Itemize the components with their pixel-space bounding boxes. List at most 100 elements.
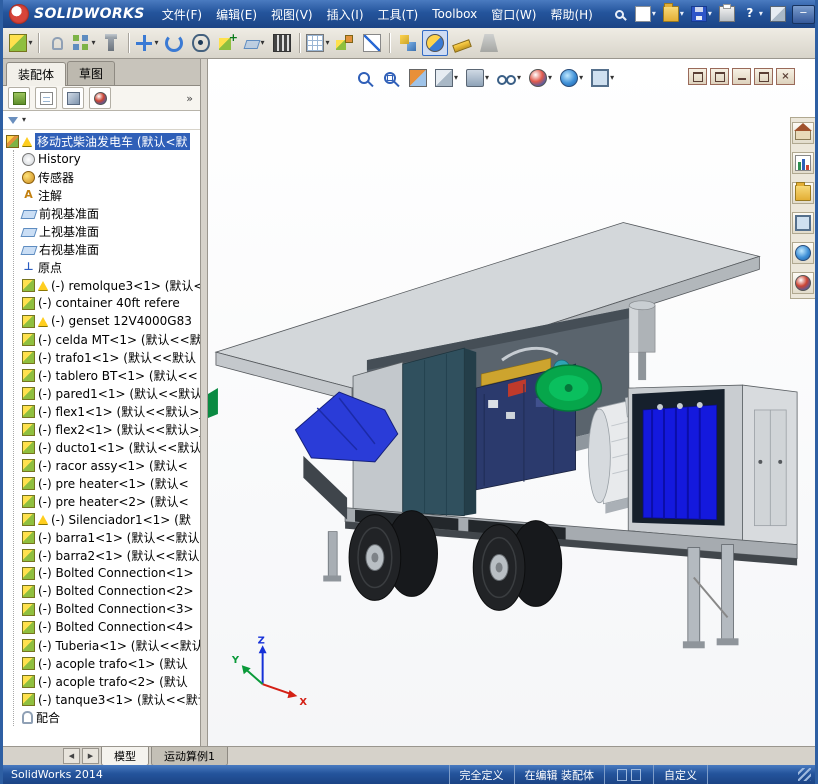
rotate-component-button[interactable]: [161, 30, 187, 56]
assembly-features-button[interactable]: [215, 29, 241, 56]
tree-item[interactable]: (-) Bolted Connection<3>: [3, 600, 200, 618]
tree-item[interactable]: 前视基准面: [3, 204, 200, 222]
panel-tab[interactable]: 装配体: [6, 62, 67, 86]
minimize-button[interactable]: ─: [791, 4, 815, 24]
tree-item[interactable]: 上视基准面: [3, 222, 200, 240]
hide-show-items-button[interactable]: ▾: [494, 69, 524, 87]
new-motion-study-button[interactable]: [269, 30, 295, 56]
print-button[interactable]: [716, 3, 738, 25]
doc-close-button[interactable]: ×: [776, 68, 795, 85]
doc-restore-button[interactable]: [754, 68, 773, 85]
edit-appearance-button[interactable]: ▾: [526, 67, 555, 89]
zoom-to-fit-button[interactable]: [354, 68, 378, 88]
save-button[interactable]: ▾: [688, 3, 715, 25]
tree-item[interactable]: (-) Bolted Connection<1>: [3, 564, 200, 582]
bill-of-materials-button[interactable]: ▾: [305, 30, 331, 56]
panel-splitter[interactable]: [201, 59, 208, 746]
tree-item[interactable]: (-) acople trafo<1> (默认: [3, 654, 200, 672]
tree-item[interactable]: (-) Bolted Connection<2>: [3, 582, 200, 600]
tree-item[interactable]: (-) tablero BT<1> (默认<<: [3, 366, 200, 384]
model-cube-button[interactable]: [767, 3, 789, 25]
tree-item[interactable]: (-) Silenciador1<1> (默: [3, 510, 200, 528]
measure-button[interactable]: [449, 30, 475, 56]
featuremanager-tree-tab[interactable]: [8, 87, 30, 109]
study-tab[interactable]: 模型: [101, 746, 149, 766]
open-file-button[interactable]: ▾: [660, 3, 687, 25]
menu-item[interactable]: 窗口(W): [484, 3, 543, 26]
tree-item[interactable]: ⊥ 原点: [3, 258, 200, 276]
menu-item[interactable]: 编辑(E): [209, 3, 264, 26]
menu-item[interactable]: 视图(V): [264, 3, 320, 26]
view-settings-button[interactable]: ▾: [588, 67, 617, 89]
design-library-tab[interactable]: [792, 152, 814, 174]
smart-fasteners-button[interactable]: [98, 30, 124, 56]
3d-viewport[interactable]: Z X Y: [208, 59, 815, 746]
explode-line-sketch-button[interactable]: [359, 30, 385, 56]
filter-caret-icon[interactable]: ▾: [22, 116, 26, 124]
linear-component-pattern-button[interactable]: ▾: [71, 30, 97, 56]
displaymanager-tab[interactable]: [89, 87, 111, 109]
section-view-button[interactable]: [406, 67, 430, 89]
insert-components-button[interactable]: ▾: [8, 30, 34, 56]
move-component-button[interactable]: ▾: [134, 30, 160, 56]
tree-item[interactable]: (-) trafo1<1> (默认<<默认: [3, 348, 200, 366]
tree-item[interactable]: (-) acople trafo<2> (默认: [3, 672, 200, 690]
tree-item[interactable]: 配合: [3, 708, 200, 726]
display-style-button[interactable]: ▾: [463, 67, 492, 89]
new-document-button[interactable]: ▾: [632, 3, 659, 25]
tree-item[interactable]: 移动式柴油发电车 (默认<默: [3, 132, 200, 150]
tab-scroll-right-button[interactable]: ▶: [82, 748, 99, 764]
configurationmanager-tab[interactable]: [62, 87, 84, 109]
tree-item[interactable]: (-) Tuberia<1> (默认<<默认: [3, 636, 200, 654]
view-palette-tab[interactable]: [792, 212, 814, 234]
apply-scene-button[interactable]: ▾: [557, 67, 586, 89]
panel-tab[interactable]: 草图: [67, 61, 116, 85]
mass-properties-button[interactable]: [476, 30, 502, 56]
tree-item[interactable]: (-) remolque3<1> (默认<: [3, 276, 200, 294]
study-tab[interactable]: 运动算例1: [151, 746, 228, 766]
tree-item[interactable]: (-) Bolted Connection<4>: [3, 618, 200, 636]
mate-button[interactable]: [44, 30, 70, 56]
status-mini-icon[interactable]: [617, 768, 627, 781]
doc-window-button-2[interactable]: [710, 68, 729, 85]
view-orientation-button[interactable]: ▾: [432, 67, 461, 89]
tree-item[interactable]: (-) barra2<1> (默认<<默认: [3, 546, 200, 564]
tree-item[interactable]: (-) genset 12V4000G83: [3, 312, 200, 330]
tree-item[interactable]: (-) pre heater<1> (默认<: [3, 474, 200, 492]
tree-item[interactable]: 传感器: [3, 168, 200, 186]
show-hidden-components-button[interactable]: [188, 30, 214, 56]
menu-item[interactable]: 文件(F): [155, 3, 209, 26]
tree-item[interactable]: (-) celda MT<1> (默认<<默: [3, 330, 200, 348]
tree-item[interactable]: (-) pared1<1> (默认<<默认: [3, 384, 200, 402]
overflow-chevron-icon[interactable]: »: [186, 92, 195, 105]
appearances-scenes-tab[interactable]: [792, 242, 814, 264]
tree-item[interactable]: (-) flex2<1> (默认<<默认>_: [3, 420, 200, 438]
interference-detection-button[interactable]: [395, 30, 421, 56]
tree-item[interactable]: (-) container 40ft refere: [3, 294, 200, 312]
assembly-visualization-button[interactable]: [422, 30, 448, 56]
tree-item[interactable]: (-) tanque3<1> (默认<<默认: [3, 690, 200, 708]
reference-geometry-button[interactable]: ▾: [242, 30, 268, 56]
doc-window-button-1[interactable]: [688, 68, 707, 85]
custom-properties-tab[interactable]: [792, 272, 814, 294]
propertymanager-tab[interactable]: [35, 87, 57, 109]
menu-item[interactable]: 帮助(H): [543, 3, 599, 26]
menu-item[interactable]: Toolbox: [425, 4, 484, 24]
file-explorer-tab[interactable]: [792, 182, 814, 204]
filter-bar[interactable]: ▾: [3, 111, 200, 130]
tree-item[interactable]: (-) pre heater<2> (默认<: [3, 492, 200, 510]
tree-item[interactable]: A 注解: [3, 186, 200, 204]
zoom-to-area-button[interactable]: [380, 68, 404, 88]
tree-item[interactable]: 右视基准面: [3, 240, 200, 258]
tree-item[interactable]: (-) barra1<1> (默认<<默认: [3, 528, 200, 546]
tree-item[interactable]: History: [3, 150, 200, 168]
menu-item[interactable]: 工具(T): [371, 3, 426, 26]
resize-grip-icon[interactable]: [798, 768, 811, 781]
tree-item[interactable]: (-) ducto1<1> (默认<<默认: [3, 438, 200, 456]
status-mini-icon[interactable]: [631, 768, 641, 781]
help-button[interactable]: ? ▾: [739, 3, 766, 25]
exploded-view-button[interactable]: [332, 30, 358, 56]
search-button[interactable]: [610, 5, 631, 24]
tab-scroll-left-button[interactable]: ◀: [63, 748, 80, 764]
solidworks-resources-tab[interactable]: [792, 122, 814, 144]
